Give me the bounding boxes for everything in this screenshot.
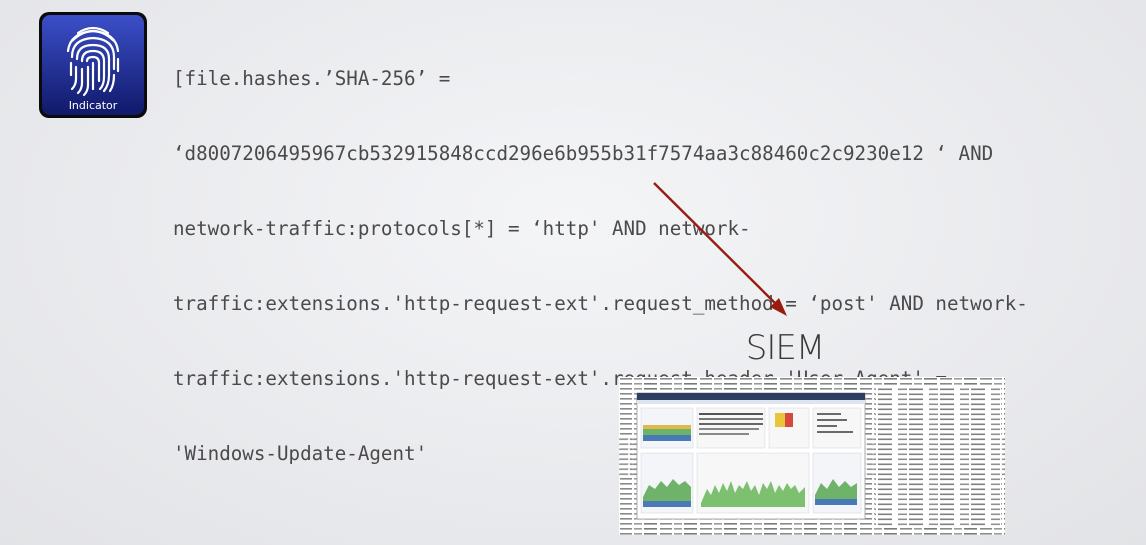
siem-label: SIEM xyxy=(745,328,825,368)
siem-dashboard-image xyxy=(619,377,1005,535)
